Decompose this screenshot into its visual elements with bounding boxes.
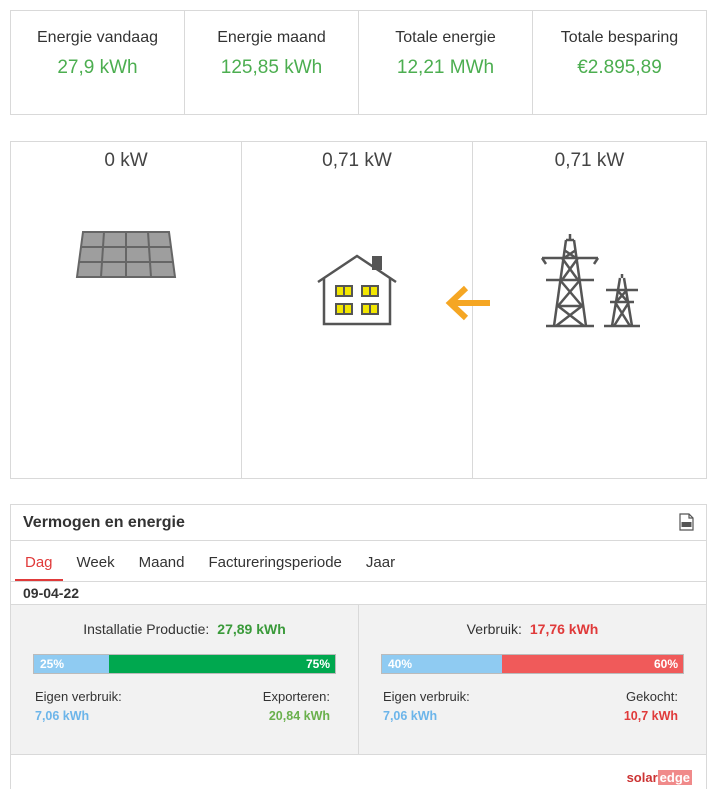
solaredge-logo: solar edge	[626, 770, 692, 785]
purchased-value: 10,7 kWh	[623, 709, 678, 723]
tab-day[interactable]: Dag	[13, 541, 65, 581]
panel-title: Vermogen en energie	[23, 514, 185, 531]
period-tabs: Dag Week Maand Factureringsperiode Jaar	[11, 541, 706, 581]
panel-header: Vermogen en energie	[11, 505, 706, 541]
panel-footer: solar edge	[11, 754, 706, 789]
self-consumption-label: Eigen verbruik:	[383, 689, 470, 704]
purchased-info: Gekocht: 10,7 kWh	[624, 689, 678, 723]
power-pylon-icon	[540, 234, 640, 328]
consumption-value: 17,76 kWh	[529, 621, 599, 637]
consumption-title: Verbruik: 17,76 kWh	[359, 621, 706, 637]
flow-solar: 0 kW	[11, 142, 242, 478]
production-bar: 25% 75%	[33, 654, 336, 674]
stat-value: 27,9 kWh	[57, 57, 138, 78]
stat-value: 125,85 kWh	[220, 57, 323, 78]
export-info: Exporteren: 20,84 kWh	[263, 689, 330, 723]
stats-bar: Energie vandaag 27,9 kWh Energie maand 1…	[10, 10, 707, 115]
export-label: Exporteren:	[262, 689, 330, 704]
house-icon	[317, 254, 397, 326]
solar-power: 0 kW	[104, 150, 148, 171]
flow-grid: 0,71 kW	[473, 142, 706, 478]
tab-month[interactable]: Maand	[127, 541, 197, 581]
flow-home: 0,71 kW	[242, 142, 490, 478]
stat-savings-total: Totale besparing €2.895,89	[533, 11, 706, 114]
production-label: Installatie Productie:	[83, 621, 210, 637]
production-summary: Installatie Productie: 27,89 kWh 25% 75% …	[11, 605, 359, 754]
stat-value: €2.895,89	[577, 57, 662, 78]
export-value: 20,84 kWh	[268, 709, 330, 723]
self-consumption-segment: 40%	[382, 655, 503, 673]
production-title: Installatie Productie: 27,89 kWh	[11, 621, 358, 637]
selected-date: 09-04-22	[11, 581, 706, 603]
stat-energy-today: Energie vandaag 27,9 kWh	[11, 11, 185, 114]
consumption-bar: 40% 60%	[381, 654, 684, 674]
stat-label: Totale energie	[395, 29, 496, 46]
consumption-label: Verbruik:	[466, 621, 522, 637]
tab-billing-period[interactable]: Factureringsperiode	[196, 541, 353, 581]
stat-value: 12,21 MWh	[396, 57, 495, 78]
purchased-segment: 60%	[502, 655, 683, 673]
solar-panel-icon	[75, 231, 177, 278]
purchased-label: Gekocht:	[625, 689, 678, 704]
consumption-summary: Verbruik: 17,76 kWh 40% 60% Eigen verbrui…	[359, 605, 706, 754]
tab-week[interactable]: Week	[65, 541, 127, 581]
self-consumption-value: 7,06 kWh	[383, 709, 438, 723]
export-segment: 75%	[109, 655, 335, 673]
stat-energy-total: Totale energie 12,21 MWh	[359, 11, 533, 114]
energy-summary: Installatie Productie: 27,89 kWh 25% 75% …	[11, 604, 706, 754]
grid-power: 0,71 kW	[554, 150, 625, 171]
stat-energy-month: Energie maand 125,85 kWh	[185, 11, 359, 114]
stat-label: Energie vandaag	[37, 29, 158, 46]
stat-label: Totale besparing	[560, 29, 679, 46]
tab-year[interactable]: Jaar	[354, 541, 407, 581]
self-consumption-info: Eigen verbruik: 7,06 kWh	[35, 689, 122, 723]
self-consumption-info: Eigen verbruik: 7,06 kWh	[383, 689, 470, 723]
power-flow-panel: 0 kW 0,71 kW 0,71 kW	[10, 141, 707, 479]
power-energy-panel: Vermogen en energie Dag Week Maand Factu…	[10, 504, 707, 789]
home-power: 0,71 kW	[322, 150, 392, 171]
self-consumption-label: Eigen verbruik:	[35, 689, 122, 704]
stat-label: Energie maand	[217, 29, 326, 46]
self-consumption-value: 7,06 kWh	[35, 709, 90, 723]
csv-export-icon[interactable]	[679, 513, 694, 531]
production-value: 27,89 kWh	[217, 621, 286, 637]
self-consumption-segment: 25%	[34, 655, 110, 673]
